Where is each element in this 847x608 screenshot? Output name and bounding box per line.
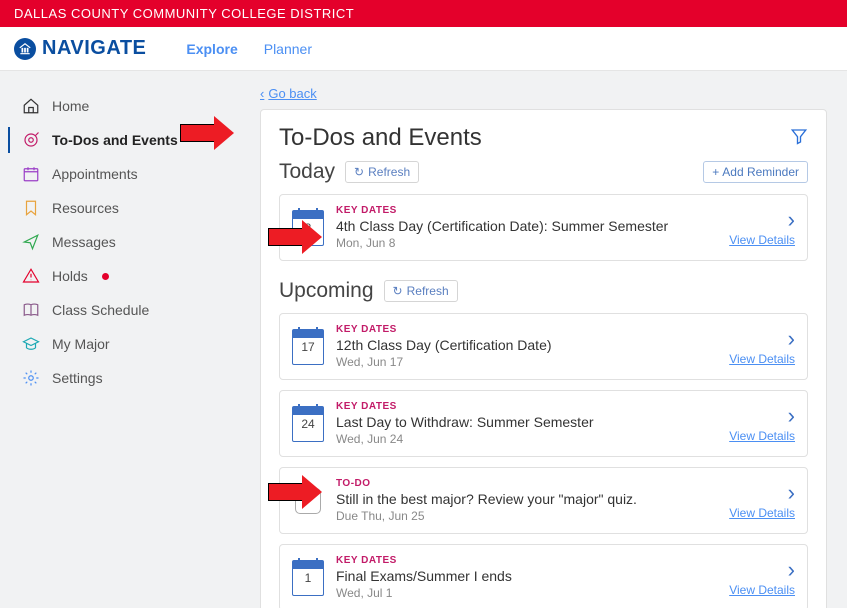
chevron-left-icon: ‹ — [260, 86, 264, 101]
home-icon — [22, 97, 40, 115]
plus-icon: + — [712, 165, 719, 179]
card-tag: KEY DATES — [336, 205, 717, 216]
view-details-link[interactable]: View Details — [729, 583, 795, 597]
card-date: Mon, Jun 8 — [336, 236, 717, 250]
sidebar-item-label: Class Schedule — [52, 302, 149, 318]
sidebar-item-messages[interactable]: Messages — [0, 225, 240, 259]
calendar-day: 24 — [301, 417, 314, 431]
alert-icon — [22, 267, 40, 285]
content-panel: To-Dos and Events Today ↻ Refresh + Add … — [260, 109, 827, 608]
add-reminder-label: Add Reminder — [722, 165, 799, 179]
refresh-label: Refresh — [407, 284, 449, 298]
card-title: Final Exams/Summer I ends — [336, 568, 717, 584]
sidebar-item-my-major[interactable]: My Major — [0, 327, 240, 361]
tab-explore[interactable]: Explore — [186, 41, 237, 57]
bookmark-icon — [22, 199, 40, 217]
calendar-day-icon: 8 — [292, 210, 324, 246]
send-icon — [22, 233, 40, 251]
card-tag: TO-DO — [336, 478, 717, 489]
chevron-right-icon[interactable]: › — [788, 328, 795, 350]
calendar-day-icon: 24 — [292, 406, 324, 442]
calendar-day: 17 — [301, 340, 314, 354]
refresh-icon: ↻ — [354, 165, 364, 179]
card-tag: KEY DATES — [336, 555, 717, 566]
refresh-upcoming-button[interactable]: ↻ Refresh — [384, 280, 458, 302]
upcoming-card: 24 KEY DATES Last Day to Withdraw: Summe… — [279, 390, 808, 457]
card-title: Last Day to Withdraw: Summer Semester — [336, 414, 717, 430]
brand-name: NAVIGATE — [42, 37, 146, 60]
top-tabs: Explore Planner — [186, 41, 312, 57]
calendar-day: 1 — [305, 571, 312, 585]
card-title: 12th Class Day (Certification Date) — [336, 337, 717, 353]
refresh-today-button[interactable]: ↻ Refresh — [345, 161, 419, 183]
today-card: 8 KEY DATES 4th Class Day (Certification… — [279, 194, 808, 261]
card-title: 4th Class Day (Certification Date): Summ… — [336, 218, 717, 234]
upcoming-card-todo: TO-DO Still in the best major? Review yo… — [279, 467, 808, 534]
upcoming-card: 17 KEY DATES 12th Class Day (Certificati… — [279, 313, 808, 380]
today-title: Today — [279, 160, 335, 184]
book-icon — [22, 301, 40, 319]
holds-badge — [102, 273, 109, 280]
sidebar-item-todos[interactable]: To-Dos and Events — [0, 123, 240, 157]
sidebar-item-class-schedule[interactable]: Class Schedule — [0, 293, 240, 327]
district-banner: DALLAS COUNTY COMMUNITY COLLEGE DISTRICT — [0, 0, 847, 27]
todo-checkbox[interactable] — [295, 488, 321, 514]
card-tag: KEY DATES — [336, 401, 717, 412]
sidebar-item-label: Settings — [52, 370, 103, 386]
go-back-label: Go back — [268, 86, 316, 101]
sidebar: Home To-Dos and Events Appointments Reso… — [0, 71, 240, 608]
sidebar-item-label: Appointments — [52, 166, 138, 182]
card-date: Due Thu, Jun 25 — [336, 509, 717, 523]
upcoming-title: Upcoming — [279, 279, 374, 303]
upcoming-card: 1 KEY DATES Final Exams/Summer I ends We… — [279, 544, 808, 608]
brand[interactable]: NAVIGATE — [14, 37, 146, 60]
card-date: Wed, Jun 17 — [336, 355, 717, 369]
refresh-icon: ↻ — [393, 284, 403, 298]
layout: Home To-Dos and Events Appointments Reso… — [0, 71, 847, 608]
card-date: Wed, Jul 1 — [336, 586, 717, 600]
sidebar-item-holds[interactable]: Holds — [0, 259, 240, 293]
main-content: ‹ Go back To-Dos and Events Today ↻ Refr… — [240, 71, 847, 608]
chevron-right-icon[interactable]: › — [788, 559, 795, 581]
calendar-day-icon: 17 — [292, 329, 324, 365]
view-details-link[interactable]: View Details — [729, 233, 795, 247]
sidebar-item-label: My Major — [52, 336, 110, 352]
sidebar-item-label: Home — [52, 98, 89, 114]
calendar-day-icon: 1 — [292, 560, 324, 596]
view-details-link[interactable]: View Details — [729, 429, 795, 443]
card-title: Still in the best major? Review your "ma… — [336, 491, 717, 507]
chevron-right-icon[interactable]: › — [788, 482, 795, 504]
target-icon — [22, 131, 40, 149]
top-nav: NAVIGATE Explore Planner — [0, 27, 847, 71]
chevron-right-icon[interactable]: › — [788, 209, 795, 231]
refresh-label: Refresh — [368, 165, 410, 179]
gear-icon — [22, 369, 40, 387]
card-tag: KEY DATES — [336, 324, 717, 335]
filter-icon[interactable] — [790, 127, 808, 150]
brand-logo-icon — [14, 38, 36, 60]
chevron-right-icon[interactable]: › — [788, 405, 795, 427]
go-back-link[interactable]: ‹ Go back — [260, 86, 317, 101]
tab-planner[interactable]: Planner — [264, 41, 312, 57]
sidebar-item-home[interactable]: Home — [0, 89, 240, 123]
view-details-link[interactable]: View Details — [729, 506, 795, 520]
card-date: Wed, Jun 24 — [336, 432, 717, 446]
sidebar-item-label: Resources — [52, 200, 119, 216]
graduation-icon — [22, 335, 40, 353]
upcoming-section-head: Upcoming ↻ Refresh — [279, 279, 808, 303]
sidebar-item-resources[interactable]: Resources — [0, 191, 240, 225]
calendar-icon — [22, 165, 40, 183]
sidebar-item-label: To-Dos and Events — [52, 132, 178, 148]
calendar-day: 8 — [305, 221, 312, 235]
today-section-head: Today ↻ Refresh + Add Reminder — [279, 160, 808, 184]
sidebar-item-label: Messages — [52, 234, 116, 250]
sidebar-item-label: Holds — [52, 268, 88, 284]
sidebar-item-settings[interactable]: Settings — [0, 361, 240, 395]
add-reminder-button[interactable]: + Add Reminder — [703, 161, 808, 183]
page-title: To-Dos and Events — [279, 124, 482, 152]
view-details-link[interactable]: View Details — [729, 352, 795, 366]
sidebar-item-appointments[interactable]: Appointments — [0, 157, 240, 191]
